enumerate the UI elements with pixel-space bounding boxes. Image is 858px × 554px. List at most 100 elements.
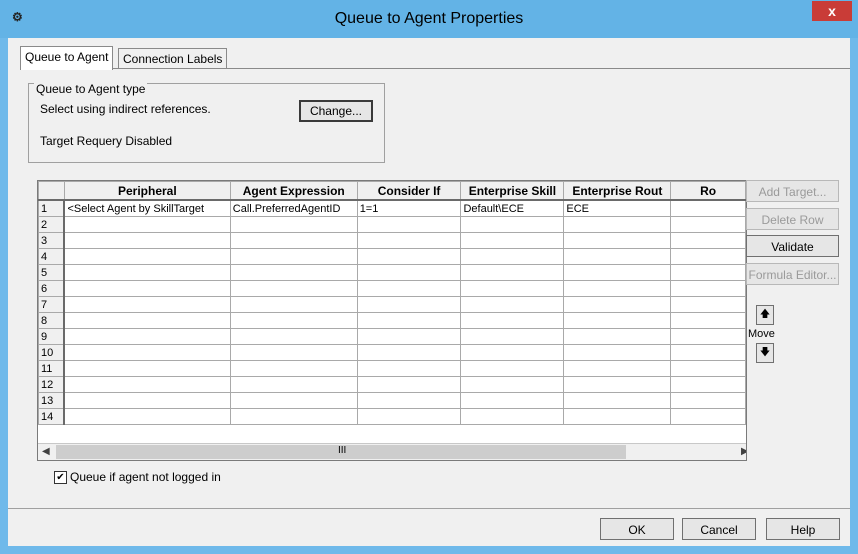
grid-cell[interactable]: [356, 408, 462, 425]
table-row[interactable]: 4: [38, 248, 746, 265]
scroll-left-arrow-icon[interactable]: ◀: [42, 446, 50, 457]
grid-cell[interactable]: [563, 344, 672, 361]
validate-button[interactable]: Validate: [746, 235, 839, 257]
grid-cell[interactable]: [670, 296, 746, 313]
grid-cell[interactable]: [670, 408, 746, 425]
grid-cell[interactable]: [460, 232, 565, 249]
grid-cell[interactable]: [356, 392, 462, 409]
queue-if-not-logged-in-checkbox[interactable]: ✔: [54, 471, 67, 484]
grid-cell[interactable]: [460, 248, 565, 265]
grid-cell[interactable]: [563, 328, 672, 345]
column-header[interactable]: Agent Expression: [229, 181, 358, 201]
horizontal-scroll-thumb[interactable]: III: [56, 445, 626, 459]
grid-cell[interactable]: [229, 344, 358, 361]
table-row[interactable]: 11: [38, 360, 746, 377]
title-bar[interactable]: ⚙ Queue to Agent Properties x: [0, 0, 858, 38]
grid-cell[interactable]: [356, 312, 462, 329]
grid-cell[interactable]: [356, 264, 462, 281]
grid-cell[interactable]: [229, 312, 358, 329]
row-number[interactable]: 1: [38, 199, 66, 217]
horizontal-scrollbar[interactable]: ◀ III ▶: [38, 443, 746, 460]
grid-cell[interactable]: [229, 392, 358, 409]
scroll-right-arrow-icon[interactable]: ▶: [741, 446, 746, 457]
grid-cell[interactable]: [63, 344, 231, 361]
row-number[interactable]: 14: [38, 408, 66, 425]
grid-cell[interactable]: [460, 360, 565, 377]
grid-cell[interactable]: [670, 248, 746, 265]
grid-cell[interactable]: [63, 264, 231, 281]
grid-cell[interactable]: [460, 296, 565, 313]
grid-cell[interactable]: Default\ECE: [460, 199, 565, 217]
change-button[interactable]: Change...: [299, 100, 373, 122]
grid-cell[interactable]: [63, 328, 231, 345]
grid-cell[interactable]: [563, 264, 672, 281]
grid-cell[interactable]: [63, 360, 231, 377]
table-row[interactable]: 12: [38, 376, 746, 393]
grid-cell[interactable]: [563, 376, 672, 393]
grid-cell[interactable]: [63, 280, 231, 297]
grid-cell[interactable]: [563, 248, 672, 265]
grid-cell[interactable]: 1=1: [356, 199, 462, 217]
grid-cell[interactable]: [670, 199, 746, 217]
grid-cell[interactable]: [63, 296, 231, 313]
grid-cell[interactable]: [356, 376, 462, 393]
grid-cell[interactable]: [460, 328, 565, 345]
grid-cell[interactable]: [563, 408, 672, 425]
row-number[interactable]: 11: [38, 360, 66, 377]
move-up-button[interactable]: 🡅: [756, 305, 774, 325]
row-number[interactable]: 6: [38, 280, 66, 297]
grid-cell[interactable]: [670, 344, 746, 361]
table-row[interactable]: 6: [38, 280, 746, 297]
row-number[interactable]: 5: [38, 264, 66, 281]
table-row[interactable]: 1 <Select Agent by SkillTarget Call.Prefer…: [38, 199, 746, 217]
grid-cell[interactable]: [356, 232, 462, 249]
grid-cell[interactable]: [460, 408, 565, 425]
row-number[interactable]: 7: [38, 296, 66, 313]
column-header[interactable]: Peripheral: [63, 181, 231, 201]
close-button[interactable]: x: [812, 1, 852, 21]
grid-cell[interactable]: [563, 360, 672, 377]
grid-cell[interactable]: [460, 264, 565, 281]
grid-cell[interactable]: [563, 216, 672, 233]
grid-cell[interactable]: [670, 392, 746, 409]
grid-cell[interactable]: [356, 344, 462, 361]
grid-cell[interactable]: [670, 312, 746, 329]
grid-cell[interactable]: [356, 248, 462, 265]
grid-cell[interactable]: [670, 264, 746, 281]
row-number[interactable]: 12: [38, 376, 66, 393]
grid-cell[interactable]: [63, 408, 231, 425]
tab-connection-labels[interactable]: Connection Labels: [118, 48, 228, 69]
column-header[interactable]: Enterprise Skill: [460, 181, 565, 201]
column-header[interactable]: Consider If: [356, 181, 462, 201]
grid-cell[interactable]: [460, 216, 565, 233]
row-number[interactable]: 3: [38, 232, 66, 249]
row-number[interactable]: 10: [38, 344, 66, 361]
row-number[interactable]: 4: [38, 248, 66, 265]
grid-cell[interactable]: [356, 328, 462, 345]
grid-cell[interactable]: [63, 376, 231, 393]
grid-cell[interactable]: [460, 344, 565, 361]
grid-cell[interactable]: [563, 312, 672, 329]
grid-cell[interactable]: [563, 280, 672, 297]
grid-cell[interactable]: [229, 248, 358, 265]
tab-queue-to-agent[interactable]: Queue to Agent: [20, 46, 114, 70]
table-row[interactable]: 3: [38, 232, 746, 249]
grid-cell[interactable]: [356, 216, 462, 233]
grid-cell[interactable]: [229, 376, 358, 393]
move-down-button[interactable]: 🡇: [756, 343, 774, 363]
grid-cell[interactable]: [229, 296, 358, 313]
grid-cell[interactable]: [356, 360, 462, 377]
grid-cell[interactable]: [63, 216, 231, 233]
add-target-button[interactable]: Add Target...: [746, 180, 839, 202]
grid-cell[interactable]: [460, 312, 565, 329]
table-row[interactable]: 8: [38, 312, 746, 329]
grid-cell[interactable]: ECE: [563, 199, 672, 217]
grid-cell[interactable]: [563, 392, 672, 409]
table-row[interactable]: 9: [38, 328, 746, 345]
targets-grid[interactable]: Peripheral Agent Expression Consider If …: [37, 180, 747, 461]
grid-cell[interactable]: Call.PreferredAgentID: [229, 199, 358, 217]
grid-cell[interactable]: [563, 232, 672, 249]
column-header[interactable]: Ro: [670, 181, 746, 201]
grid-cell[interactable]: [229, 408, 358, 425]
row-number[interactable]: 2: [38, 216, 66, 233]
